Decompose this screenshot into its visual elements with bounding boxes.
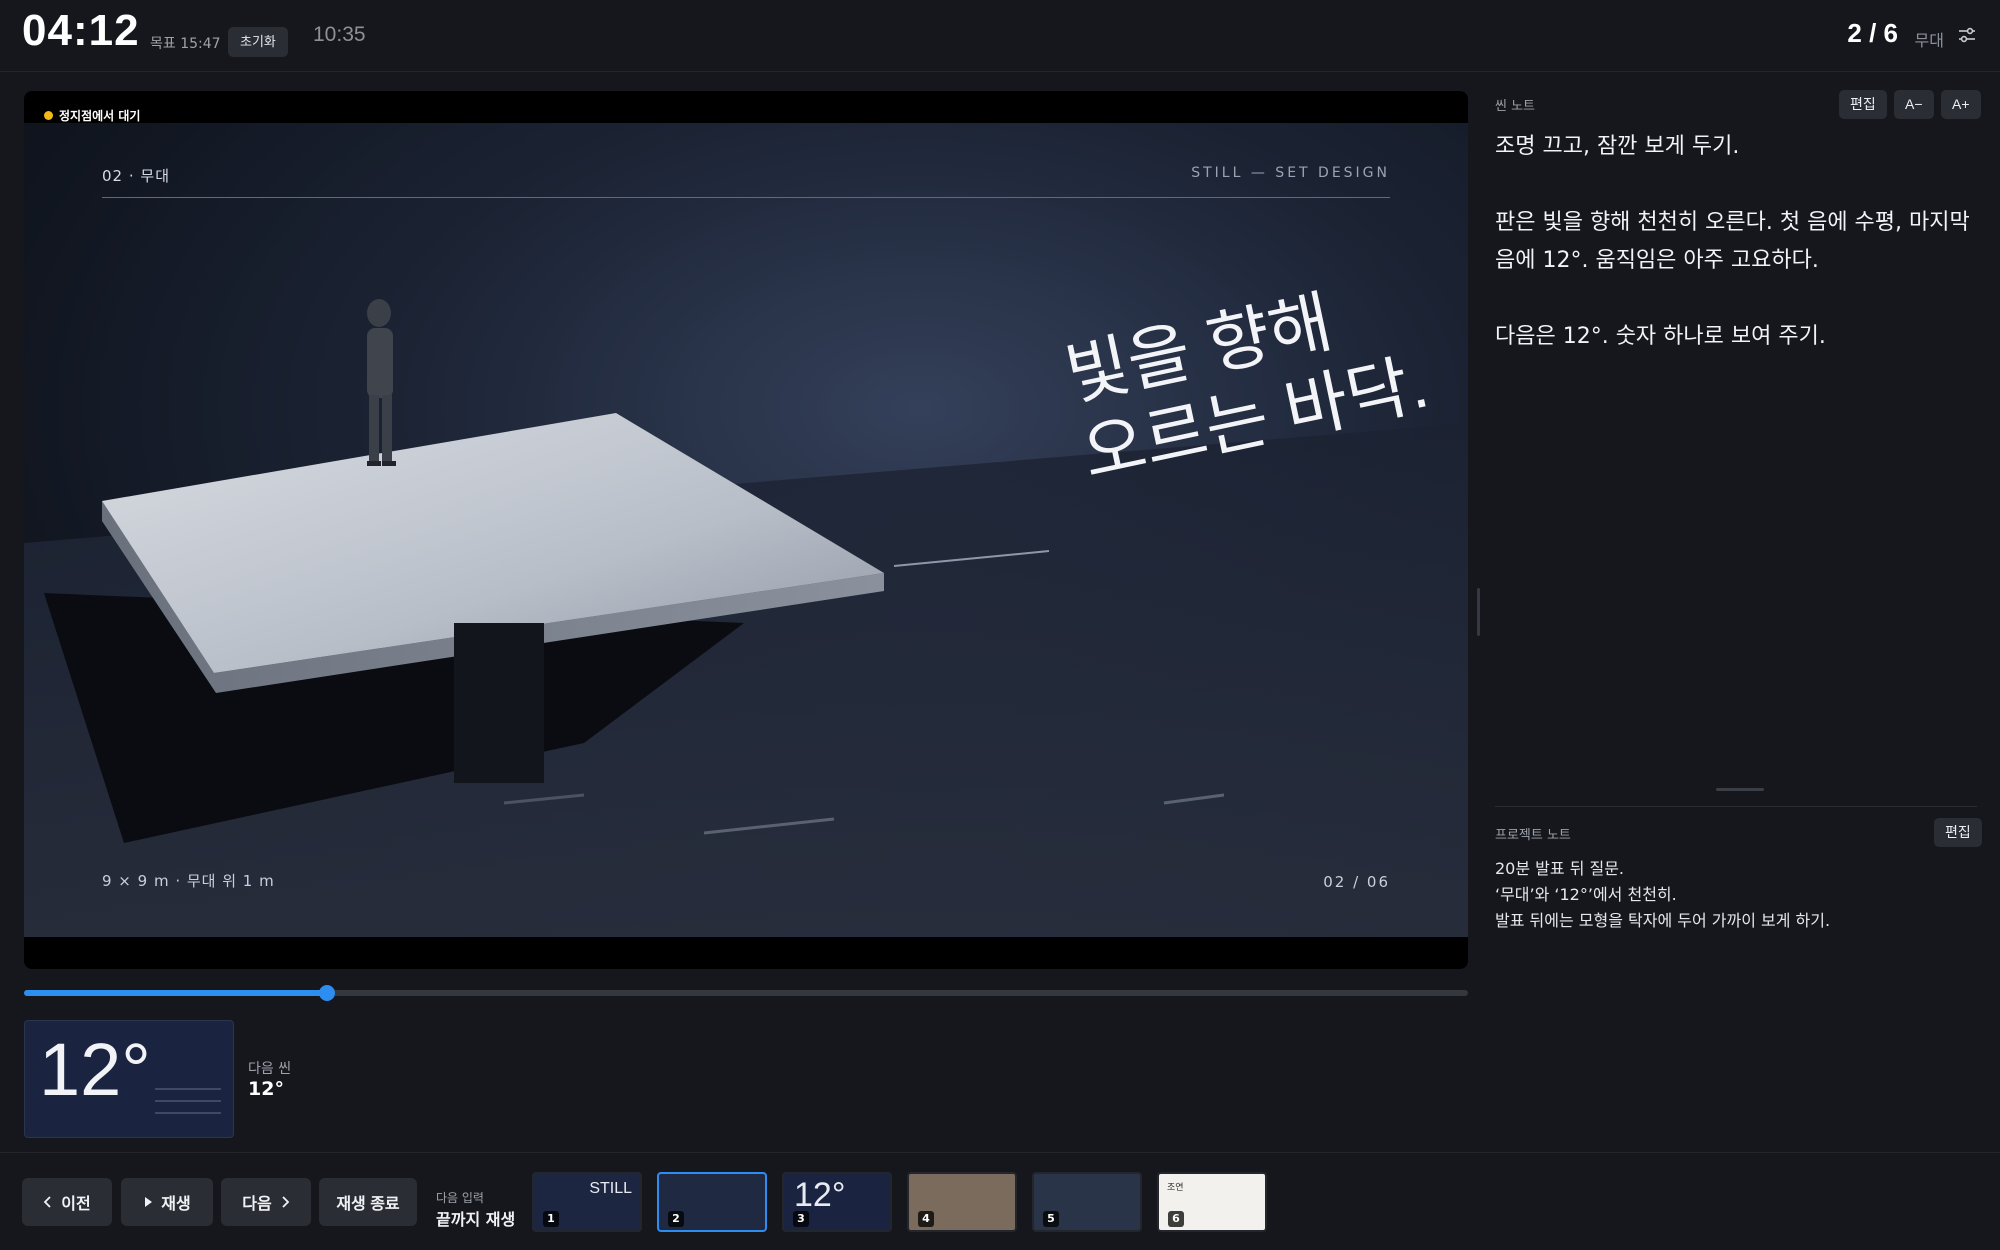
status-text: 정지점에서 대기: [59, 108, 141, 123]
font-increase-button[interactable]: A+: [1941, 90, 1981, 119]
slide-stage[interactable]: 정지점에서 대기 02 · 무대 STILL — SET DESIGN 빛을 향…: [24, 91, 1468, 969]
stop-playback-button[interactable]: 재생 종료: [319, 1178, 417, 1226]
thumbnail-number: 5: [1043, 1211, 1059, 1227]
progress-fill: [24, 990, 328, 996]
scene-notes-edit-button[interactable]: 편집: [1839, 90, 1887, 119]
playback-progress[interactable]: [24, 985, 1468, 1001]
play-icon: [145, 1197, 153, 1207]
progress-knob[interactable]: [319, 985, 336, 1001]
slide-thumbnail[interactable]: STILL 1: [532, 1172, 642, 1232]
scene-notes-body[interactable]: 조명 끄고, 잠깐 보게 두기. 판은 빛을 향해 천천히 오른다. 첫 음에 …: [1495, 128, 1975, 356]
current-slide: 02 · 무대 STILL — SET DESIGN 빛을 향해 오르는 바닥.…: [24, 123, 1468, 937]
thumbnail-text: STILL: [589, 1180, 632, 1197]
project-notes-body[interactable]: 20분 발표 뒤 질문. ‘무대’와 ‘12°’에서 천천히. 발표 뒤에는 모…: [1495, 856, 1975, 934]
previous-label: 이전: [61, 1196, 91, 1213]
target-time: 목표 15:47: [150, 36, 221, 52]
stage-illustration: [24, 299, 1468, 937]
next-input-label: 다음 입력: [436, 1191, 484, 1205]
performer-figure: [367, 299, 396, 466]
stop-playback-label: 재생 종료: [336, 1196, 400, 1213]
project-notes-title: 프로젝트 노트: [1495, 828, 1571, 843]
chevron-right-icon: [282, 1196, 289, 1208]
elapsed-timer: 04:12: [22, 6, 140, 55]
next-label: 다음: [242, 1196, 272, 1213]
lift-post: [454, 623, 544, 783]
previous-button[interactable]: 이전: [22, 1178, 112, 1226]
thumbnail-number: 3: [793, 1211, 809, 1227]
next-thumb-title: 12°: [39, 1028, 151, 1111]
next-button[interactable]: 다음: [221, 1178, 311, 1226]
clock: 10:35: [313, 23, 366, 46]
thumbnail-number: 4: [918, 1211, 934, 1227]
next-input-value[interactable]: 끝까지 재생: [436, 1206, 515, 1230]
thumbnail-number: 2: [668, 1211, 684, 1227]
slide-thumbnail[interactable]: 2: [657, 1172, 767, 1232]
play-button[interactable]: 재생: [121, 1178, 213, 1226]
font-decrease-button[interactable]: A−: [1894, 90, 1934, 119]
status-indicator: 정지점에서 대기: [38, 105, 148, 125]
slide-dimension-caption: 9 × 9 m · 무대 위 1 m: [102, 872, 275, 890]
notes-divider: [1495, 806, 1977, 807]
reset-button[interactable]: 초기화: [228, 27, 288, 57]
thumbnail-number: 1: [543, 1211, 559, 1227]
next-scene-label: 다음 씬: [248, 1061, 292, 1077]
scene-notes-title: 씬 노트: [1495, 99, 1536, 114]
notes-resize-grip[interactable]: [1716, 788, 1764, 791]
panel-resize-handle[interactable]: [1477, 588, 1480, 636]
sliders-icon[interactable]: [1956, 24, 1978, 46]
thumbnail-text: 12°: [794, 1176, 846, 1214]
slide-kicker: STILL — SET DESIGN: [1191, 165, 1390, 181]
next-scene-thumbnail[interactable]: 12°: [24, 1020, 234, 1138]
slide-section-label: 02 · 무대: [102, 167, 170, 185]
scene-name: 무대: [1914, 31, 1944, 50]
slide-counter: 2 / 6: [1847, 18, 1898, 48]
next-scene-title: 12°: [248, 1078, 284, 1100]
play-label: 재생: [161, 1196, 191, 1213]
next-thumb-detail: [155, 1088, 221, 1114]
slide-page-number: 02 / 06: [1323, 873, 1390, 891]
slide-thumbnail[interactable]: 5: [1032, 1172, 1142, 1232]
slide-rule: [102, 197, 1390, 198]
top-bar: 04:12 목표 15:47 초기화 10:35 2 / 6 무대: [0, 0, 2000, 72]
chevron-left-icon: [43, 1196, 51, 1208]
slide-thumbnail[interactable]: 조연 6: [1157, 1172, 1267, 1232]
bottom-control-bar: 이전 재생 다음 재생 종료 다음 입력 끝까지 재생 STILL 1 2 12° 3 4…: [0, 1152, 2000, 1250]
status-dot-icon: [44, 110, 53, 120]
slide-thumbnail[interactable]: 12° 3: [782, 1172, 892, 1232]
slide-thumbnail[interactable]: 4: [907, 1172, 1017, 1232]
project-notes-edit-button[interactable]: 편집: [1934, 818, 1982, 847]
thumbnail-text: 조연: [1167, 1182, 1184, 1192]
thumbnail-number: 6: [1168, 1211, 1184, 1227]
